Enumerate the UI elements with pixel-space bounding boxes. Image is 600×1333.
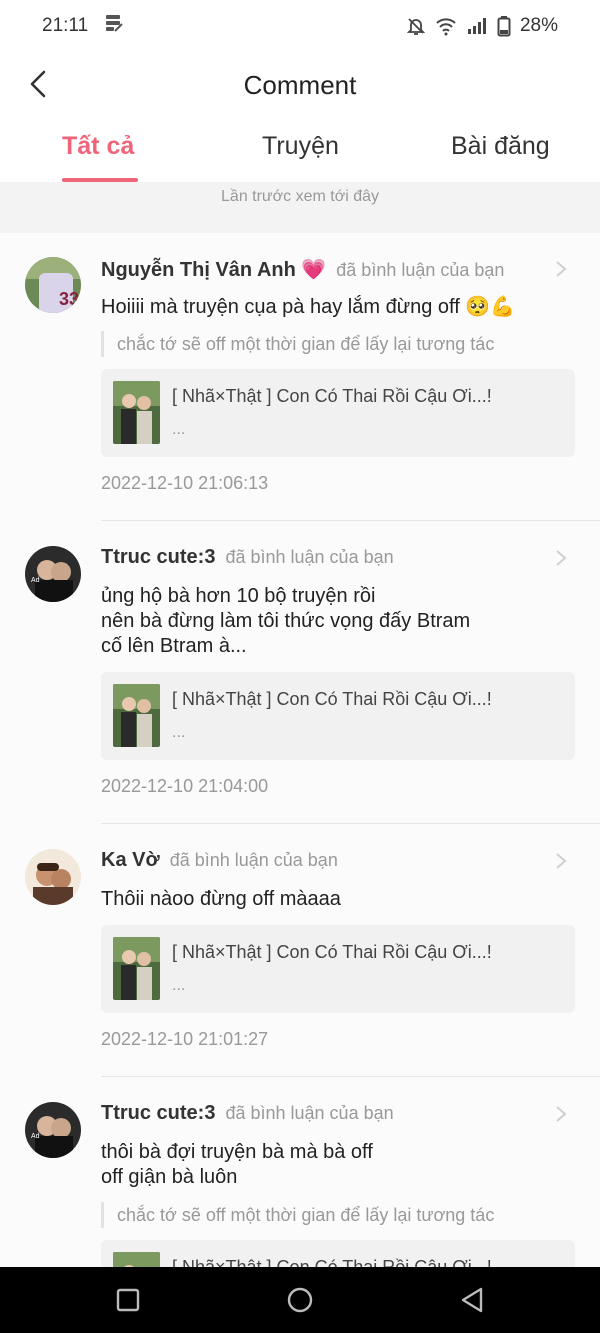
storage-icon <box>104 13 124 39</box>
commenter-name[interactable]: Ka Vờ <box>101 849 160 872</box>
system-nav-bar <box>0 1267 600 1333</box>
comment-text: thôi bà đợi truyện bà mà bà off off giận… <box>101 1140 540 1190</box>
chevron-left-icon <box>30 70 46 98</box>
comment-action-text: đã bình luận của bạn <box>169 850 338 870</box>
commenter-name[interactable]: Nguyễn Thị Vân Anh 💗 <box>101 257 326 282</box>
tab-posts[interactable]: Bài đăng <box>451 132 550 161</box>
comment-line: nên bà đừng làm tôi thức vọng đấy Btram <box>101 610 471 632</box>
svg-text:33: 33 <box>59 289 79 309</box>
avatar[interactable]: Ad <box>25 1102 81 1158</box>
story-ellipsis: ... <box>172 977 186 994</box>
last-seen-divider: Lần trước xem tới đây <box>0 182 600 233</box>
story-card[interactable]: [ Nhã×Thật ] Con Có Thai Rồi Cậu Ơi...! … <box>101 672 575 760</box>
story-cover-image <box>113 937 160 1000</box>
comment-line: Hoiiii mà truyện cụa pà hay lắm đừng off… <box>101 296 516 318</box>
chevron-right-icon[interactable] <box>554 548 568 568</box>
divider <box>101 823 600 824</box>
chevron-right-icon[interactable] <box>554 851 568 871</box>
page-title: Comment <box>243 69 357 100</box>
story-card[interactable]: [ Nhã×Thật ] Con Có Thai Rồi Cậu Ơi...! … <box>101 369 575 457</box>
story-ellipsis: ... <box>172 421 186 438</box>
comment-action-text: đã bình luận của bạn <box>225 1103 394 1123</box>
system-back-button[interactable] <box>457 1285 487 1315</box>
svg-text:Ad: Ad <box>31 577 40 584</box>
story-title: [ Nhã×Thật ] Con Có Thai Rồi Cậu Ơi...! <box>172 1257 492 1267</box>
home-button[interactable] <box>285 1285 315 1315</box>
back-triangle-icon <box>461 1287 483 1313</box>
comment-text: Hoiiii mà truyện cụa pà hay lắm đừng off… <box>101 295 540 320</box>
tab-bar: Tất cả Truyện Bài đăng <box>0 118 600 182</box>
story-cover-image <box>113 1252 160 1267</box>
story-title: [ Nhã×Thật ] Con Có Thai Rồi Cậu Ơi...! <box>172 689 492 709</box>
commenter-name[interactable]: Ttruc cute:3 <box>101 1102 215 1125</box>
comment-line: cố lên Btram à... <box>101 635 247 657</box>
story-card[interactable]: [ Nhã×Thật ] Con Có Thai Rồi Cậu Ơi...! … <box>101 925 575 1013</box>
comment-line: ủng hộ bà hơn 10 bộ truyện rồi <box>101 585 376 607</box>
header: Comment <box>0 52 600 118</box>
story-ellipsis: ... <box>172 724 186 741</box>
comment-text: Thôii nàoo đừng off màaaa <box>101 887 540 912</box>
comment-action-text: đã bình luận của bạn <box>225 547 394 567</box>
recents-button[interactable] <box>113 1285 143 1315</box>
recents-square-icon <box>116 1288 140 1312</box>
comment-list[interactable]: 33 Nguyễn Thị Vân Anh 💗 đã bình luận của… <box>0 233 600 1267</box>
chevron-right-icon[interactable] <box>554 259 568 279</box>
comment-text: ủng hộ bà hơn 10 bộ truyện rồi nên bà đừ… <box>101 584 540 659</box>
home-circle-icon <box>287 1287 313 1313</box>
story-card[interactable]: [ Nhã×Thật ] Con Có Thai Rồi Cậu Ơi...! <box>101 1240 575 1267</box>
comment-timestamp: 2022-12-10 21:04:00 <box>101 776 269 796</box>
comment-timestamp: 2022-12-10 21:06:13 <box>101 473 269 493</box>
tab-stories[interactable]: Truyện <box>262 132 339 161</box>
avatar[interactable]: Ad <box>25 546 81 602</box>
commenter-name[interactable]: Ttruc cute:3 <box>101 546 215 569</box>
story-cover-image <box>113 684 160 747</box>
status-bar: 21:11 28% <box>0 0 600 52</box>
comment-line: Thôii nàoo đừng off màaaa <box>101 888 341 910</box>
quoted-reply: chắc tớ sẽ off một thời gian để lấy lại … <box>101 1202 570 1228</box>
tab-all[interactable]: Tất cả <box>62 132 134 161</box>
comment-action-text: đã bình luận của bạn <box>336 260 505 280</box>
divider <box>101 520 600 521</box>
last-seen-label: Lần trước xem tới đây <box>221 188 379 205</box>
clock: 21:11 <box>42 15 89 36</box>
comment-line: off giận bà luôn <box>101 1166 238 1188</box>
story-title: [ Nhã×Thật ] Con Có Thai Rồi Cậu Ơi...! <box>172 386 492 406</box>
avatar[interactable] <box>25 849 81 905</box>
mute-icon <box>406 16 426 36</box>
story-title: [ Nhã×Thật ] Con Có Thai Rồi Cậu Ơi...! <box>172 942 492 962</box>
chevron-right-icon[interactable] <box>554 1104 568 1124</box>
battery-icon <box>497 15 511 37</box>
battery-level: 28% <box>519 15 558 36</box>
quoted-reply: chắc tớ sẽ off một thời gian để lấy lại … <box>101 331 570 357</box>
story-cover-image <box>113 381 160 444</box>
divider <box>101 1076 600 1077</box>
avatar[interactable]: 33 <box>25 257 81 313</box>
back-button[interactable] <box>18 64 58 104</box>
signal-icon <box>466 16 488 36</box>
wifi-icon <box>435 16 457 36</box>
comment-line: thôi bà đợi truyện bà mà bà off <box>101 1141 373 1163</box>
comment-timestamp: 2022-12-10 21:01:27 <box>101 1029 269 1049</box>
svg-text:Ad: Ad <box>31 1133 40 1140</box>
